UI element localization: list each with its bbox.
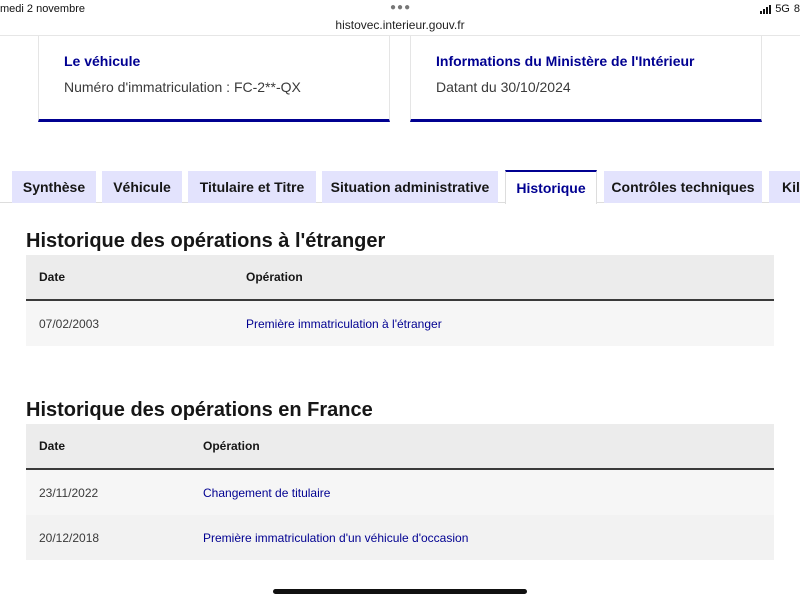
- table-header: Date Opération: [26, 424, 774, 470]
- tab-controles-techniques[interactable]: Contrôles techniques: [604, 171, 762, 203]
- tab-kilometrage[interactable]: Kilo: [769, 171, 800, 203]
- table-header: Date Opération: [26, 255, 774, 301]
- tab-titulaire-titre[interactable]: Titulaire et Titre: [188, 171, 316, 203]
- france-history-table: Date Opération 23/11/2022 Changement de …: [26, 424, 774, 560]
- status-indicators: 5G 8: [760, 3, 800, 15]
- ministry-info-card: Informations du Ministère de l'Intérieur…: [410, 36, 762, 122]
- status-date: medi 2 novembre: [0, 3, 85, 15]
- tab-historique[interactable]: Historique: [505, 170, 597, 204]
- column-header-date: Date: [39, 439, 66, 453]
- table-row: 07/02/2003 Première immatriculation à l'…: [26, 301, 774, 346]
- tab-situation-administrative[interactable]: Situation administrative: [322, 171, 498, 203]
- address-bar[interactable]: histovec.interieur.gouv.fr: [0, 18, 800, 32]
- row-operation: Changement de titulaire: [203, 486, 331, 500]
- status-bar: medi 2 novembre ●●● histovec.interieur.g…: [0, 0, 800, 36]
- table-row: 23/11/2022 Changement de titulaire: [26, 470, 774, 515]
- tab-overview-icon[interactable]: ●●●: [390, 2, 411, 13]
- table-row: 20/12/2018 Première immatriculation d'un…: [26, 515, 774, 560]
- vehicle-card: Le véhicule Numéro d'immatriculation : F…: [38, 36, 390, 122]
- ministry-card-title: Informations du Ministère de l'Intérieur: [436, 53, 695, 69]
- foreign-history-table: Date Opération 07/02/2003 Première immat…: [26, 255, 774, 346]
- registration-number: Numéro d'immatriculation : FC-2**-QX: [64, 79, 301, 95]
- battery-label: 8: [793, 3, 800, 15]
- tab-synthese[interactable]: Synthèse: [12, 171, 96, 203]
- tab-bar: Synthèse Véhicule Titulaire et Titre Sit…: [0, 170, 800, 204]
- row-operation: Première immatriculation d'un véhicule d…: [203, 531, 469, 545]
- tab-vehicule[interactable]: Véhicule: [102, 171, 182, 203]
- france-history-title: Historique des opérations en France: [26, 399, 373, 421]
- column-header-operation: Opération: [246, 270, 303, 284]
- column-header-date: Date: [39, 270, 66, 284]
- vehicle-card-title: Le véhicule: [64, 53, 141, 69]
- data-date: Datant du 30/10/2024: [436, 79, 571, 95]
- network-label: 5G: [775, 3, 790, 15]
- row-date: 07/02/2003: [39, 317, 100, 331]
- column-header-operation: Opération: [203, 439, 260, 453]
- foreign-history-title: Historique des opérations à l'étranger: [26, 230, 386, 252]
- home-indicator[interactable]: [273, 589, 527, 594]
- signal-icon: [760, 4, 772, 14]
- row-operation: Première immatriculation à l'étranger: [246, 317, 442, 331]
- row-date: 23/11/2022: [39, 486, 99, 500]
- row-date: 20/12/2018: [39, 531, 100, 545]
